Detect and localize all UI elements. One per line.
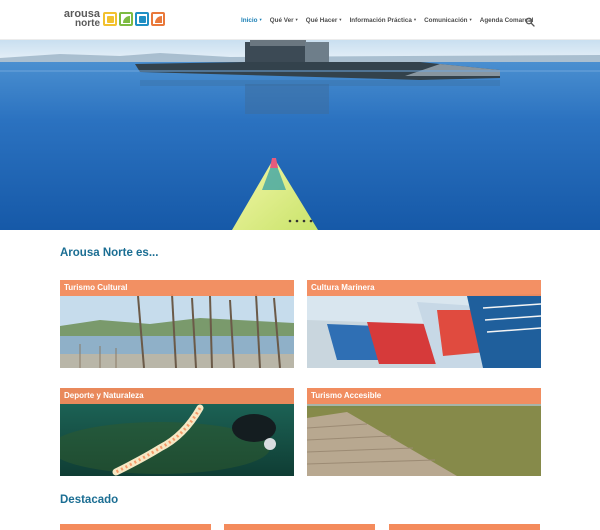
search-button[interactable]: [525, 14, 535, 27]
main-nav: Inicio ▾ Qué Ver ▾ Qué Hacer ▾ Información Prá…: [241, 0, 541, 40]
logo-mark-yellow: [103, 12, 117, 26]
chevron-down-icon: ▾: [295, 17, 298, 22]
logo-line2: norte: [75, 18, 100, 29]
card-label: Cultura Marinera: [307, 280, 541, 296]
card-cultura-marinera[interactable]: Cultura Marinera: [307, 280, 541, 368]
nav-item-inicio[interactable]: Inicio ▾: [241, 17, 262, 24]
nav-item-qué-ver[interactable]: Qué Ver ▾: [270, 17, 298, 24]
logo-mark-green: [119, 12, 133, 26]
logo-wordmark: arousa norte: [60, 9, 100, 29]
nav-item-qué-hacer[interactable]: Qué Hacer ▾: [306, 17, 342, 24]
nav-item-comunicación[interactable]: Comunicación ▾: [424, 17, 472, 24]
featured-card-3[interactable]: [389, 524, 540, 530]
chevron-down-icon: ▾: [413, 17, 417, 22]
chevron-down-icon: ▾: [339, 17, 342, 22]
nav-item-label: Qué Hacer: [305, 16, 338, 24]
nav-item-label: Información Práctica: [349, 16, 412, 24]
nav-item-información-práctica[interactable]: Información Práctica ▾: [350, 17, 417, 24]
featured-card-2[interactable]: [224, 524, 375, 530]
chevron-down-icon: ▾: [259, 17, 262, 22]
featured-card-1[interactable]: [60, 524, 211, 530]
search-icon: [525, 17, 535, 27]
nav-item-label: Inicio: [241, 16, 258, 24]
card-label: Turismo Accesible: [307, 388, 541, 404]
card-turismo-cultural[interactable]: Turismo Cultural: [60, 280, 294, 368]
logo-mark-orange: [151, 12, 165, 26]
logo-marks: [103, 12, 165, 26]
nav-item-label: Qué Ver: [269, 16, 294, 24]
card-deporte-naturaleza[interactable]: Deporte y Naturaleza: [60, 388, 294, 476]
section-title-intro: Arousa Norte es...: [60, 247, 159, 259]
hero-image: [0, 40, 600, 230]
nav-item-label: Comunicación: [424, 16, 468, 24]
hero-scene: [0, 40, 600, 230]
chevron-down-icon: ▾: [469, 17, 472, 22]
section-title-featured: Destacado: [60, 494, 119, 506]
logo-mark-blue: [135, 12, 149, 26]
card-label: Deporte y Naturaleza: [60, 388, 294, 404]
site-header: arousa norte Inicio ▾ Qué Ver ▾ Qué Hacer ▾ In…: [0, 0, 600, 40]
site-logo[interactable]: arousa norte: [60, 9, 180, 33]
card-turismo-accesible[interactable]: Turismo Accesible: [307, 388, 541, 476]
card-label: Turismo Cultural: [60, 280, 294, 296]
